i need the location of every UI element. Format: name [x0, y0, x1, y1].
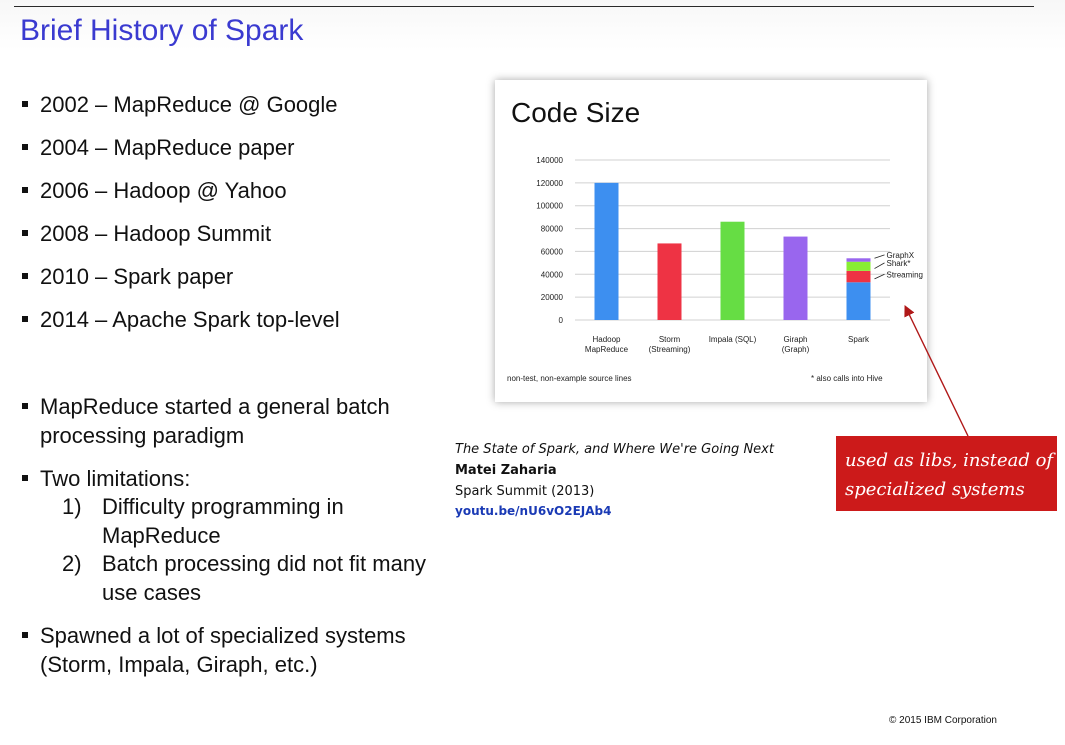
x-tick-label: Hadoop — [592, 335, 621, 344]
bullet-marker — [22, 403, 28, 409]
callout-line-2: specialized systems — [845, 479, 1025, 500]
citation-talk-title: The State of Spark, and Where We're Goin… — [455, 442, 774, 457]
bullet-marker — [22, 187, 28, 193]
x-tick-label: Impala (SQL) — [709, 335, 757, 344]
bar — [657, 243, 682, 320]
bullet-marker — [22, 101, 28, 107]
chart-footnote-right: * also calls into Hive — [811, 374, 883, 383]
bar-segment — [846, 258, 871, 262]
bullet-marker — [22, 632, 28, 638]
y-tick-label: 0 — [559, 316, 564, 325]
chart-title: Code Size — [511, 97, 640, 128]
bullet-marker — [22, 316, 28, 322]
bullet-marker — [22, 475, 28, 481]
x-tick-label: MapReduce — [585, 345, 629, 354]
y-tick-label: 20000 — [541, 293, 564, 302]
citation-event: Spark Summit (2013) — [455, 484, 595, 499]
copyright-footer: © 2015 IBM Corporation — [889, 715, 997, 726]
slide-title: Brief History of Spark — [20, 14, 304, 47]
bullet-marker — [22, 144, 28, 150]
y-tick-label: 40000 — [541, 270, 564, 279]
callout-box: used as libs, instead of specialized sys… — [836, 436, 1057, 511]
annotation-pointer — [874, 273, 885, 280]
annotation-label: Streaming — [887, 270, 923, 279]
code-size-chart: Code Size 0 20000 40000 60000 80000 100000 120… — [507, 97, 923, 383]
citation-video-link[interactable]: youtu.be/nU6vO2EJAb4 — [455, 504, 611, 518]
y-tick-label: 140000 — [536, 156, 563, 165]
annotation-label: Shark* — [887, 259, 911, 268]
top-rule — [14, 6, 1034, 7]
x-tick-label: Spark — [848, 335, 870, 344]
annotation-pointer — [874, 254, 885, 259]
chart-footnote-left: non-test, non-example source lines — [507, 374, 632, 383]
x-tick-label: Storm — [659, 335, 681, 344]
callout-line-1: used as libs, instead of — [845, 450, 1054, 471]
citation-author: Matei Zaharia — [455, 463, 557, 478]
x-tick-label: (Streaming) — [649, 345, 691, 354]
code-size-chart-card: Code Size 0 20000 40000 60000 80000 100000 120… — [495, 80, 927, 402]
bar-segment — [846, 261, 871, 271]
bar — [720, 221, 745, 320]
y-tick-label: 100000 — [536, 202, 563, 211]
y-tick-label: 80000 — [541, 225, 564, 234]
bar — [783, 236, 808, 320]
x-tick-label: (Graph) — [782, 345, 810, 354]
bar — [594, 182, 619, 320]
bullet-marker — [22, 230, 28, 236]
y-tick-label: 60000 — [541, 247, 564, 256]
bar-segment — [846, 270, 871, 283]
annotation-pointer — [874, 262, 885, 269]
y-tick-label: 120000 — [536, 179, 563, 188]
bar-segment — [846, 282, 871, 320]
x-tick-label: Giraph — [783, 335, 807, 344]
bullet-marker — [22, 273, 28, 279]
